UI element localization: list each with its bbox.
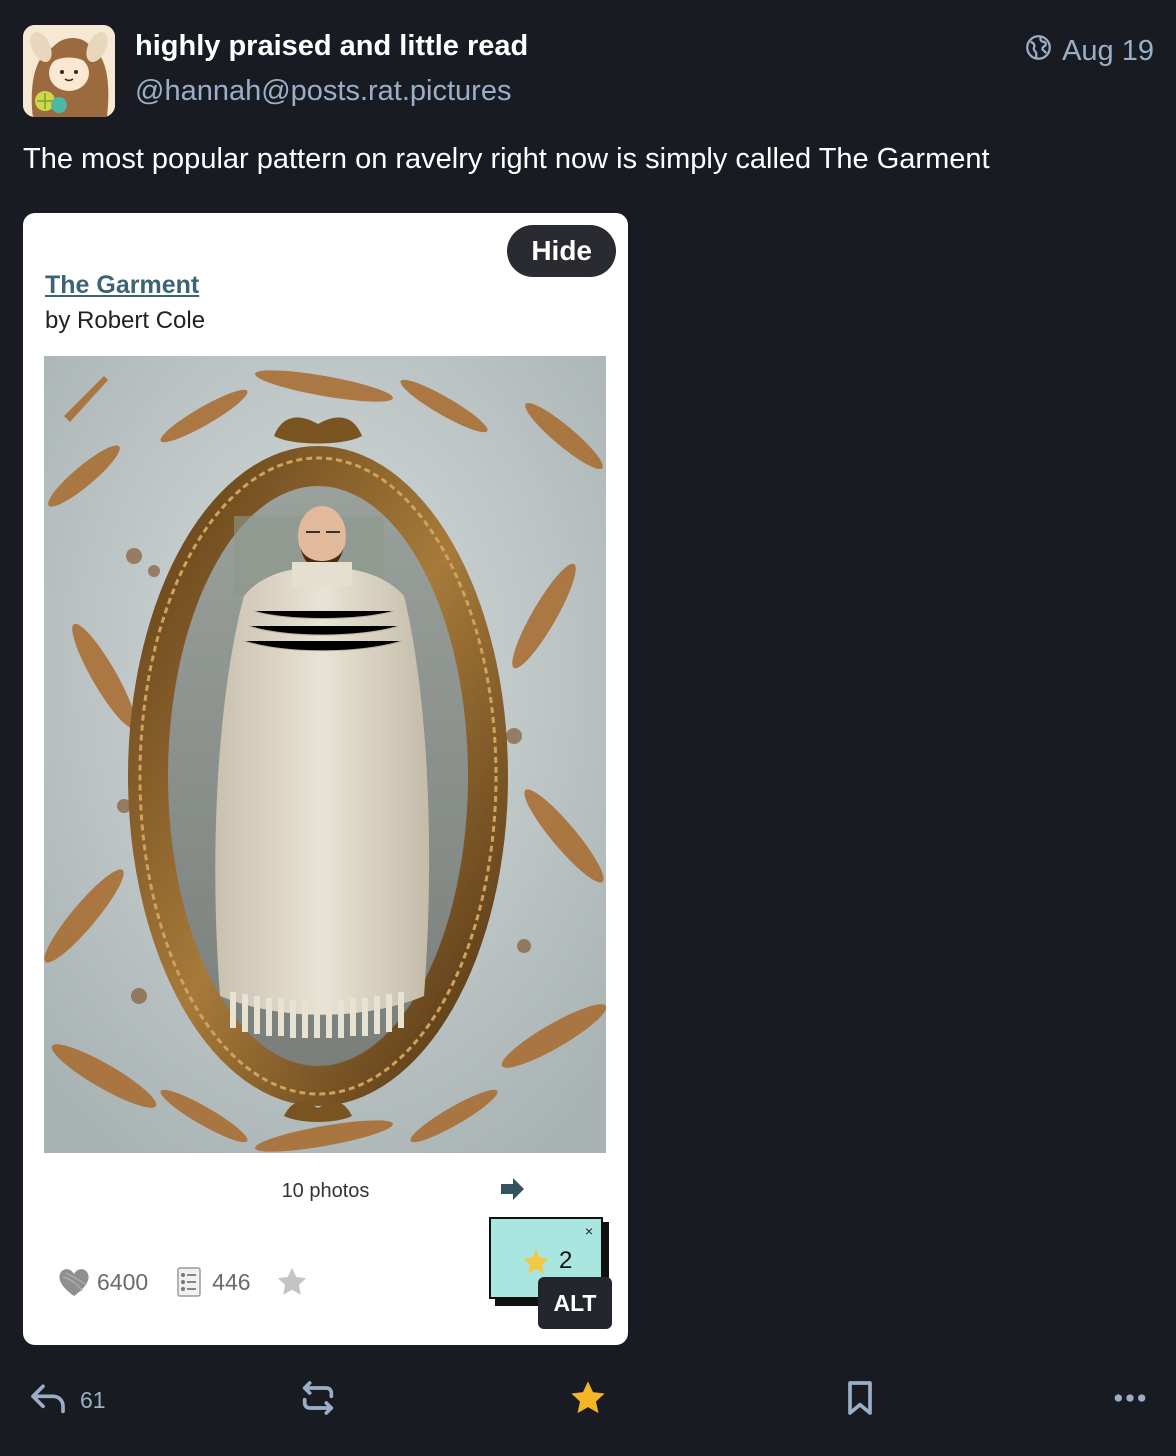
- badge-count: 2: [559, 1247, 573, 1274]
- pattern-author: by Robert Cole: [45, 307, 206, 334]
- media-attachment[interactable]: Hide The Garment by Robert Cole 10 photo…: [23, 213, 628, 1345]
- boost-button[interactable]: [298, 1370, 338, 1430]
- reply-icon: [28, 1378, 68, 1423]
- bookmark-icon: [840, 1378, 880, 1423]
- alt-text-badge[interactable]: ALT: [538, 1277, 612, 1329]
- pattern-stats: 6400 446: [57, 1263, 309, 1301]
- globe-icon: [1025, 34, 1052, 69]
- projects-count: 446: [212, 1268, 251, 1295]
- next-photo-arrow-icon[interactable]: [499, 1177, 525, 1201]
- hide-media-button[interactable]: Hide: [507, 225, 616, 277]
- project-list-icon: [172, 1265, 206, 1299]
- hearts-count: 6400: [97, 1268, 149, 1295]
- photo-count: 10 photos: [281, 1180, 370, 1202]
- badge-close-icon[interactable]: ×: [585, 1223, 593, 1239]
- status-post: highly praised and little read @hannah@p…: [0, 0, 1176, 1456]
- more-dots-icon: [1110, 1378, 1150, 1423]
- badge-star-icon: [521, 1247, 551, 1277]
- action-bar: 61: [0, 1370, 1176, 1430]
- favorite-star-icon[interactable]: [275, 1265, 309, 1299]
- account-handle[interactable]: @hannah@posts.rat.pictures: [135, 75, 511, 108]
- pattern-title-link[interactable]: The Garment: [45, 271, 199, 300]
- status-content: The most popular pattern on ravelry righ…: [23, 143, 990, 175]
- boost-icon: [298, 1378, 338, 1423]
- favourite-button[interactable]: [568, 1370, 608, 1430]
- bookmark-button[interactable]: [840, 1370, 880, 1430]
- timestamp-text: Aug 19: [1062, 35, 1154, 67]
- timestamp-link[interactable]: Aug 19: [1025, 34, 1154, 69]
- yarn-heart-icon: [57, 1265, 91, 1299]
- reply-button[interactable]: 61: [28, 1370, 106, 1430]
- reply-count: 61: [80, 1386, 106, 1413]
- pattern-photo[interactable]: [44, 356, 606, 1153]
- avatar[interactable]: [23, 25, 115, 117]
- more-options-button[interactable]: [1110, 1370, 1150, 1430]
- display-name[interactable]: highly praised and little read: [135, 30, 528, 63]
- favourite-star-icon: [568, 1378, 608, 1423]
